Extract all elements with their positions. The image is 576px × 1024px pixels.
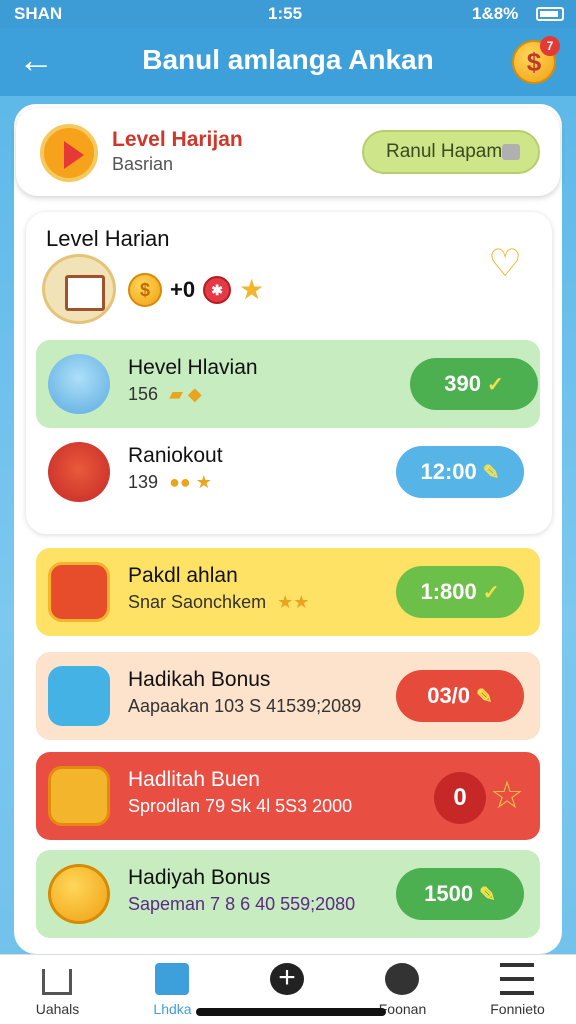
claim-label: 1:800 [420,579,477,604]
claim-label: 390 [444,371,481,396]
reward-title: Hadlitah Buen [128,768,260,791]
pencil-icon: ✎ [476,686,493,708]
reward-title: Hevel Hlavian [128,356,258,379]
status-time: 1:55 [268,4,303,23]
claim-button[interactable]: 1:800 ✓ [396,566,524,618]
reward-desc: Aapaakan 103 S 41539;2089 [128,696,362,716]
reward-row: Pakdl ahlan Snar Saonchkem ★★ 1:800 ✓ [36,548,540,636]
top-card-subtitle: Basrian [112,154,174,174]
nav-item-home[interactable]: Uahals [0,955,115,1024]
home-active-icon [155,963,189,995]
battery-percent: 1&8% [472,4,519,23]
check-icon: ✓ [486,374,504,396]
reward-title: Hadikah Bonus [128,668,271,691]
top-card: Level Harijan Basrian Ranul Hapam [16,108,560,196]
home-icon [42,969,72,995]
reward-desc: 139 [128,472,159,492]
coin-badge: 7 [540,36,560,56]
menu-icon [500,963,534,995]
badge-icon: ✱ [203,276,232,304]
book-icon [42,254,116,324]
reward-desc: Sapeman 7 8 6 40 559;2080 [128,894,356,914]
daily-icons-row: $ +0 ✱ ★ [128,270,264,310]
section-title: Level Harian [46,226,170,251]
reward-row: Hadikah Bonus Aapaakan 103 S 41539;2089 … [36,652,540,740]
reward-desc: Sprodlan 79 Sk 4l 5S3 2000 [128,796,353,816]
reward-row: Hevel Hlavian 156 ▰ ◆ 390 ✓ [36,340,540,428]
reward-row: Raniokout 139 ●● ★ 12:00 ✎ [36,428,540,516]
stars-icon: ★★ [277,592,310,612]
claim-button[interactable]: 390 ✓ [410,358,538,410]
reward-title: Pakdl ahlan [128,564,238,587]
star-box-icon [48,766,110,826]
nav-label: Uahals [35,1001,80,1017]
reward-desc: Snar Saonchkem [128,592,267,612]
check-icon: ✓ [482,582,500,604]
coin-icon [48,864,110,924]
back-button[interactable]: ← [18,40,62,84]
cube-box-icon [48,666,110,726]
claim-button[interactable]: 03/0 ✎ [396,670,524,722]
top-card-action-button[interactable]: Ranul Hapam [362,130,540,174]
claim-button[interactable]: 0 [434,772,486,824]
arrow-left-icon: ← [18,39,54,80]
items-icon: ●● ★ [169,472,212,492]
pencil-icon: ✎ [479,884,496,906]
cube-icon [502,144,520,160]
battery-icon [536,7,564,21]
page-title: Banul amlanga Ankan [142,44,434,75]
plus-circle-icon: + [270,963,304,995]
image-icon [385,963,419,995]
star-icon: ★ [239,274,265,305]
daily-row-text: +0 [170,277,196,302]
star-outline-icon[interactable]: ☆ [490,774,524,818]
reward-row: Hadlitah Buen Sprodlan 79 Sk 4l 5S3 2000… [36,752,540,840]
items-icon: ▰ ◆ [169,384,202,404]
claim-label: 12:00 [420,459,477,484]
pencil-icon: ✎ [482,462,500,484]
claim-label: 03/0 [427,683,471,708]
signal-label: SHAN [14,4,63,23]
nav-item-menu[interactable]: Fonnieto [460,955,575,1024]
top-card-title: Level Harijan [112,128,243,151]
play-icon[interactable] [40,124,98,182]
nav-label: Fonnieto [490,1001,545,1017]
reward-title: Raniokout [128,444,223,467]
reward-title: Hadiyah Bonus [128,866,271,889]
status-bar: SHAN 1:55 1&8% [0,0,576,28]
coin-icon: $ [128,273,162,307]
claim-label: 1500 [424,881,474,906]
treasure-chest-icon [48,562,110,622]
reward-row: Hadiyah Bonus Sapeman 7 8 6 40 559;2080 … [36,850,540,938]
cloud-icon [48,354,110,414]
claim-button[interactable]: 12:00 ✎ [396,446,524,498]
reward-desc: 156 [128,384,159,404]
home-indicator [196,1008,386,1016]
app-header: ← Banul amlanga Ankan $ 7 [0,28,576,96]
coin-button[interactable]: $ 7 [512,36,560,84]
heart-icon[interactable]: ♡ [488,245,528,283]
claim-button[interactable]: 1500 ✎ [396,868,524,920]
chest-icon [48,442,110,502]
top-card-action-label: Ranul Hapam [386,141,503,162]
coin-icon: $ [526,47,542,77]
